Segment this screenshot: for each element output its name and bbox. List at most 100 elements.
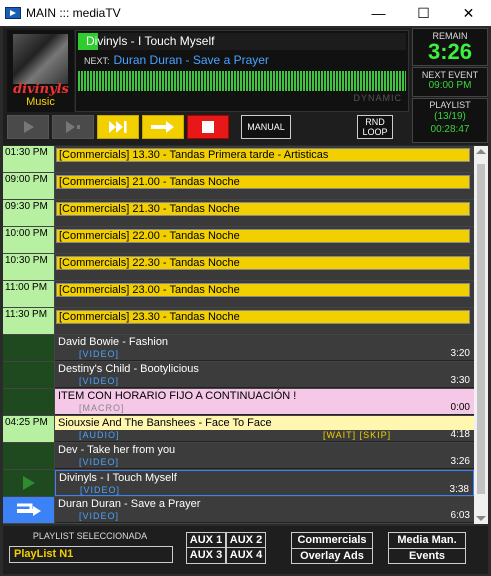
playlist-time: 00:28:47 — [430, 124, 470, 135]
playlist-selector: PLAYLIST SELECCIONADA PlayList N1 — [5, 528, 175, 570]
row-body: [Commercials] 23.00 - Tandas Noche — [55, 281, 474, 307]
commercial-row[interactable]: 09:30 PM [Commercials] 21.30 - Tandas No… — [3, 200, 474, 227]
row-time: 10:00 PM — [3, 227, 54, 253]
cover-logo: divinyls — [13, 82, 69, 97]
row-time — [3, 443, 54, 469]
item-duration: 3:30 — [450, 375, 470, 386]
audio-meter — [78, 71, 406, 91]
item-title: Dev - Take her from you — [58, 444, 176, 456]
commercial-row[interactable]: 11:30 PM [Commercials] 23.30 - Tandas No… — [3, 308, 474, 335]
row-time — [3, 362, 54, 388]
scroll-up-icon[interactable] — [476, 149, 486, 154]
row-time: 09:30 PM — [3, 200, 54, 226]
playlist-count: (13/19) — [434, 111, 466, 122]
item-title: Duran Duran - Save a Prayer — [58, 498, 201, 510]
row-body: Dev - Take her from you [VIDEO] 3:26 — [55, 443, 474, 469]
commercial-row[interactable]: 01:30 PM [Commercials] 13.30 - Tandas Pr… — [3, 146, 474, 173]
manual-button[interactable]: MANUAL — [241, 115, 291, 139]
row-time — [3, 335, 54, 361]
row-time: 09:00 PM — [3, 173, 54, 199]
maximize-button[interactable]: ☐ — [401, 0, 446, 26]
commercial-label: [Commercials] 22.00 - Tandas Noche — [56, 229, 470, 243]
playlist-scrollbar[interactable] — [474, 146, 488, 524]
playlist-name[interactable]: PlayList N1 — [9, 546, 173, 563]
commercials-button[interactable]: Commercials — [292, 533, 372, 549]
fixed-time-row[interactable]: 04:25 PM Siouxsie And The Banshees - Fac… — [3, 416, 474, 443]
row-body: Divinyls - I Touch Myself [VIDEO] 3:38 — [55, 470, 474, 496]
aux-group-left: AUX 1 AUX 3 — [186, 532, 226, 564]
title-bar: MAIN ::: mediaTV — ☐ ✕ — [0, 0, 491, 26]
now-playing-panel: divinyls Music Divinyls - I Touch Myself… — [3, 28, 488, 145]
item-type: [AUDIO] — [79, 430, 120, 440]
media-manager-button[interactable]: Media Man. — [389, 533, 465, 549]
row-time: 11:30 PM — [3, 308, 54, 334]
row-time — [3, 470, 54, 496]
list-item[interactable]: David Bowie - Fashion [VIDEO] 3:20 — [3, 335, 474, 362]
commercial-row[interactable]: 10:00 PM [Commercials] 22.00 - Tandas No… — [3, 227, 474, 254]
macro-title: ITEM CON HORARIO FIJO A CONTINUACIÓN ! — [58, 390, 297, 402]
row-body: [Commercials] 21.30 - Tandas Noche — [55, 200, 474, 226]
status-column: REMAIN 3:26 NEXT EVENT 09:00 PM PLAYLIST… — [412, 28, 488, 145]
next-row[interactable]: Duran Duran - Save a Prayer [VIDEO] 6:03 — [3, 497, 474, 524]
window-title: MAIN ::: mediaTV — [26, 6, 121, 20]
transport-controls: MANUAL RND LOOP — [7, 114, 393, 140]
commercials-overlay-group: Commercials Overlay Ads — [291, 532, 373, 564]
commercial-label: [Commercials] 23.00 - Tandas Noche — [56, 283, 470, 297]
scroll-down-icon[interactable] — [476, 516, 486, 521]
next-event-label: NEXT EVENT — [421, 70, 479, 80]
close-button[interactable]: ✕ — [446, 0, 491, 26]
playlist[interactable]: 01:30 PM [Commercials] 13.30 - Tandas Pr… — [3, 146, 474, 524]
overlay-ads-button[interactable]: Overlay Ads — [292, 549, 372, 564]
list-item[interactable]: Destiny's Child - Bootylicious [VIDEO] 3… — [3, 362, 474, 389]
stop-button[interactable] — [187, 115, 229, 139]
play-pause-icon — [66, 121, 80, 133]
rnd-label: RND — [365, 117, 385, 127]
row-time: 01:30 PM — [3, 146, 54, 172]
play-button[interactable] — [7, 115, 49, 139]
item-duration: 6:03 — [450, 510, 470, 521]
commercial-row[interactable]: 10:30 PM [Commercials] 22.30 - Tandas No… — [3, 254, 474, 281]
list-item[interactable]: Dev - Take her from you [VIDEO] 3:26 — [3, 443, 474, 470]
item-title: Siouxsie And The Banshees - Face To Face — [58, 417, 272, 429]
next-segue-button[interactable] — [142, 115, 184, 139]
play-icon — [23, 476, 35, 490]
aux2-button[interactable]: AUX 2 — [227, 533, 265, 548]
skip-button[interactable] — [97, 115, 139, 139]
item-type: [VIDEO] — [79, 349, 120, 359]
commercial-row[interactable]: 11:00 PM [Commercials] 23.00 - Tandas No… — [3, 281, 474, 308]
commercial-label: [Commercials] 13.30 - Tandas Primera tar… — [56, 148, 470, 162]
item-type: [VIDEO] — [79, 511, 120, 521]
aux4-button[interactable]: AUX 4 — [227, 548, 265, 563]
playlist-sel-label: PLAYLIST SELECCIONADA — [32, 531, 148, 541]
events-button[interactable]: Events — [389, 549, 465, 564]
row-body: [Commercials] 22.00 - Tandas Noche — [55, 227, 474, 253]
scroll-thumb[interactable] — [477, 164, 485, 494]
playlist-label: PLAYLIST — [429, 100, 471, 110]
minimize-button[interactable]: — — [356, 0, 401, 26]
play-pause-button[interactable] — [52, 115, 94, 139]
macro-duration: 0:00 — [450, 402, 470, 413]
macro-row[interactable]: ITEM CON HORARIO FIJO A CONTINUACIÓN ! [… — [3, 389, 474, 416]
row-time: 10:30 PM — [3, 254, 54, 280]
aux3-button[interactable]: AUX 3 — [187, 548, 225, 563]
row-time: 04:25 PM — [3, 416, 54, 442]
now-title-bar: Divinyls - I Touch Myself — [78, 33, 406, 50]
item-type: [VIDEO] — [80, 485, 121, 495]
item-type: [VIDEO] — [79, 376, 120, 386]
rnd-loop-button[interactable]: RND LOOP — [357, 115, 393, 139]
aux1-button[interactable]: AUX 1 — [187, 533, 225, 548]
next-line: NEXT: Duran Duran - Save a Prayer — [78, 52, 406, 68]
next-arrow-icon — [17, 503, 41, 516]
cover-art: divinyls Music — [7, 30, 74, 112]
commercial-label: [Commercials] 21.00 - Tandas Noche — [56, 175, 470, 189]
commercial-row[interactable]: 09:00 PM [Commercials] 21.00 - Tandas No… — [3, 173, 474, 200]
play-icon — [24, 121, 34, 133]
item-title: Divinyls - I Touch Myself — [59, 472, 177, 484]
playing-row[interactable]: Divinyls - I Touch Myself [VIDEO] 3:38 — [3, 470, 474, 497]
footer: PLAYLIST SELECCIONADA PlayList N1 AUX 1 … — [3, 526, 488, 574]
stop-icon — [202, 121, 214, 133]
item-duration: 3:38 — [449, 484, 469, 495]
macro-type: [MACRO] — [79, 403, 125, 413]
next-event-box: NEXT EVENT 09:00 PM — [412, 67, 488, 97]
row-time — [3, 497, 54, 523]
